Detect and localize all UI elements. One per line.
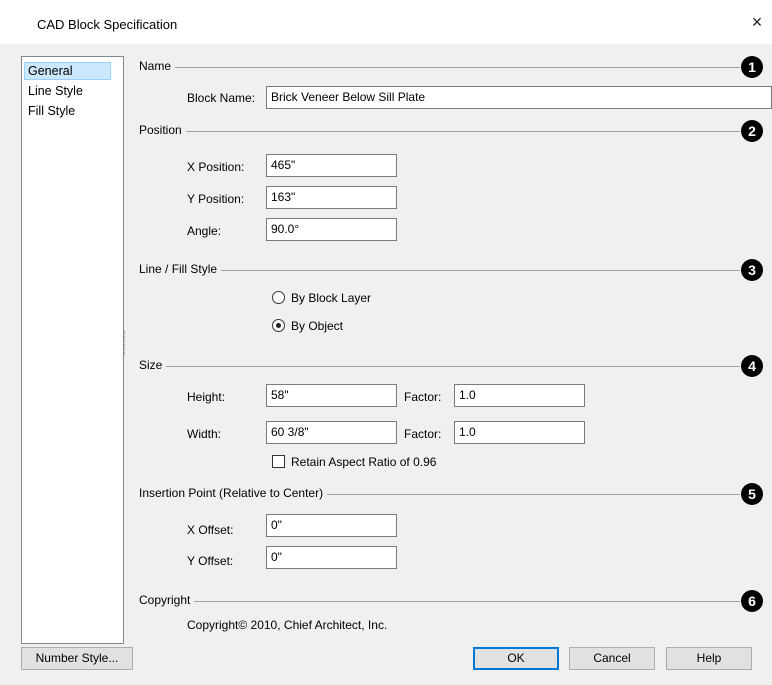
callout-badge-1: 1 [741,56,763,78]
section-title-line-fill-style: Line / Fill Style [139,262,222,276]
width-label: Width: [187,427,222,441]
block-name-label: Block Name: [187,91,256,105]
section-title-size: Size [139,358,167,372]
help-button[interactable]: Help [666,647,752,670]
category-list: General Line Style Fill Style [21,56,124,644]
cancel-button[interactable]: Cancel [569,647,655,670]
y-offset-input[interactable]: 0" [266,546,397,569]
by-block-layer-radio[interactable] [272,291,285,304]
number-style-button[interactable]: Number Style... [21,647,133,670]
angle-input[interactable]: 90.0° [266,218,397,241]
title-bar: CAD Block Specification × [0,0,772,44]
section-title-copyright: Copyright [139,593,195,607]
radio-selected-dot [276,323,281,328]
width-input[interactable]: 60 3/8" [266,421,397,444]
y-position-input[interactable]: 163" [266,186,397,209]
height-factor-input[interactable]: 1.0 [454,384,585,407]
copyright-text: Copyright© 2010, Chief Architect, Inc. [187,618,388,632]
height-label: Height: [187,390,226,404]
section-divider [140,366,740,367]
callout-badge-3: 3 [741,259,763,281]
width-factor-input[interactable]: 1.0 [454,421,585,444]
callout-badge-6: 6 [741,590,763,612]
panel-resize-grip[interactable] [124,331,127,355]
y-position-label: Y Position: [187,192,245,206]
sidebar-item-line-style[interactable]: Line Style [24,82,113,100]
width-factor-label: Factor: [404,427,442,441]
retain-aspect-ratio-checkbox[interactable] [272,455,285,468]
height-input[interactable]: 58" [266,384,397,407]
section-divider [140,67,740,68]
sidebar-item-fill-style[interactable]: Fill Style [24,102,113,120]
section-title-position: Position [139,123,186,137]
section-divider [140,601,740,602]
dialog-title: CAD Block Specification [37,17,178,32]
callout-badge-5: 5 [741,483,763,505]
x-position-input[interactable]: 465" [266,154,397,177]
by-block-layer-label[interactable]: By Block Layer [291,291,371,305]
section-divider [140,270,740,271]
block-name-input[interactable]: Brick Veneer Below Sill Plate [266,86,772,109]
y-offset-label: Y Offset: [187,554,234,568]
x-position-label: X Position: [187,160,245,174]
height-factor-label: Factor: [404,390,442,404]
cad-block-specification-dialog: CAD Block Specification × General Line S… [0,0,772,685]
x-offset-label: X Offset: [187,523,234,537]
close-icon[interactable]: × [746,11,768,33]
section-title-name: Name [139,59,176,73]
section-divider [140,131,740,132]
section-title-insertion-point: Insertion Point (Relative to Center) [139,486,328,500]
callout-badge-2: 2 [741,120,763,142]
ok-button[interactable]: OK [473,647,559,670]
by-object-radio[interactable] [272,319,285,332]
x-offset-input[interactable]: 0" [266,514,397,537]
sidebar-item-general[interactable]: General [24,62,111,80]
angle-label: Angle: [187,224,222,238]
callout-badge-4: 4 [741,355,763,377]
by-object-label[interactable]: By Object [291,319,343,333]
retain-aspect-ratio-label[interactable]: Retain Aspect Ratio of 0.96 [291,455,436,469]
